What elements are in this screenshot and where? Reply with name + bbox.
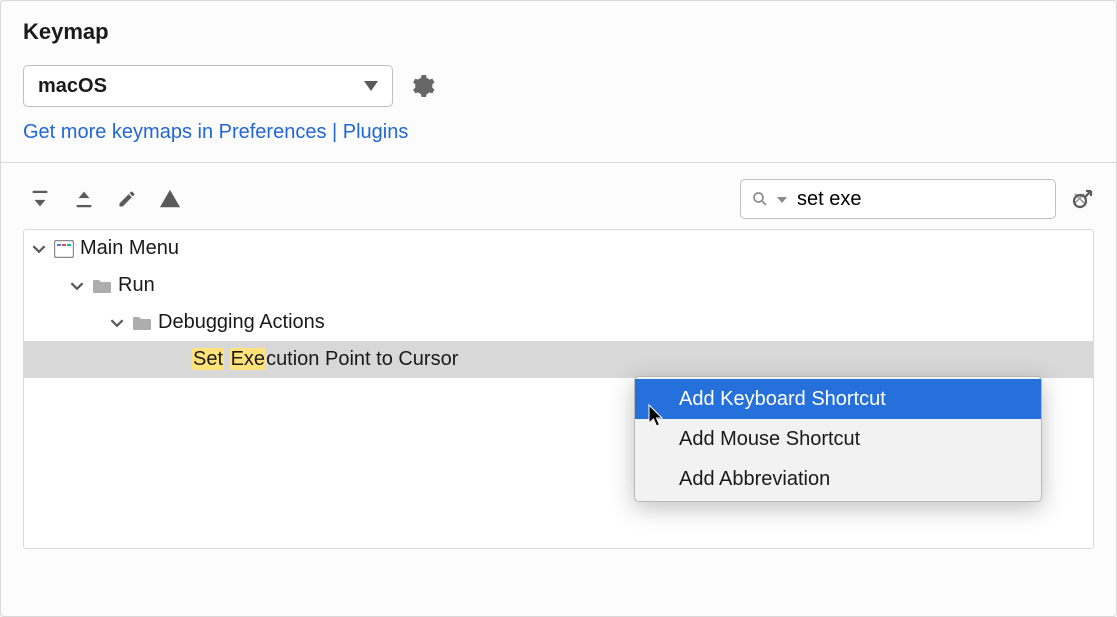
expand-all-icon[interactable]	[29, 188, 51, 210]
divider	[1, 162, 1116, 163]
gear-icon[interactable]	[411, 74, 435, 98]
context-menu: Add Keyboard Shortcut Add Mouse Shortcut…	[634, 376, 1042, 502]
keymap-select-value: macOS	[38, 75, 107, 98]
tree-label: Run	[118, 274, 155, 297]
more-keymaps-link[interactable]: Get more keymaps in Preferences | Plugin…	[23, 121, 1094, 144]
chevron-down-icon	[70, 279, 86, 293]
tree-node-run[interactable]: Run	[24, 267, 1093, 304]
chevron-down-icon	[364, 81, 378, 91]
tree-node-debugging[interactable]: Debugging Actions	[24, 304, 1093, 341]
warning-icon[interactable]	[159, 188, 181, 210]
chevron-down-icon	[110, 316, 126, 330]
tree-label: Debugging Actions	[158, 311, 325, 334]
keymap-select[interactable]: macOS	[23, 65, 393, 107]
action-tree[interactable]: Main Menu Run Debugging Actions Set Exec…	[23, 229, 1094, 549]
search-input[interactable]: ✕	[740, 179, 1056, 219]
search-field[interactable]	[795, 187, 1064, 212]
menu-icon	[54, 240, 74, 258]
tree-node-action[interactable]: Set Execution Point to Cursor	[24, 341, 1093, 378]
search-icon	[751, 190, 769, 208]
tree-label: Set Execution Point to Cursor	[192, 348, 458, 371]
tree-label: Main Menu	[80, 237, 179, 260]
ctx-add-keyboard-shortcut[interactable]: Add Keyboard Shortcut	[635, 379, 1041, 419]
collapse-all-icon[interactable]	[73, 188, 95, 210]
folder-icon	[92, 278, 112, 294]
edit-icon[interactable]	[117, 189, 137, 209]
ctx-add-mouse-shortcut[interactable]: Add Mouse Shortcut	[635, 419, 1041, 459]
find-by-shortcut-icon[interactable]	[1070, 187, 1094, 211]
folder-icon	[132, 315, 152, 331]
ctx-add-abbreviation[interactable]: Add Abbreviation	[635, 459, 1041, 499]
page-title: Keymap	[23, 19, 1094, 45]
tree-node-main-menu[interactable]: Main Menu	[24, 230, 1093, 267]
chevron-down-icon	[32, 242, 48, 256]
search-dropdown-icon[interactable]	[777, 188, 787, 211]
